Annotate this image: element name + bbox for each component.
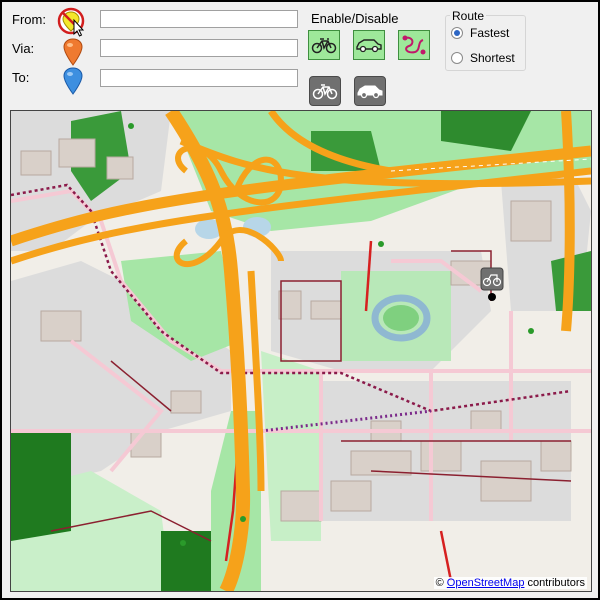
- car-layer-button[interactable]: [354, 76, 386, 106]
- to-label: To:: [12, 70, 30, 85]
- radio-selected-dot: [454, 30, 460, 36]
- forest-area: [161, 531, 211, 591]
- shortest-label[interactable]: Shortest: [470, 51, 515, 65]
- bicycle-icon: [311, 38, 337, 54]
- from-input[interactable]: [100, 10, 298, 28]
- moat-island: [383, 305, 419, 331]
- via-input[interactable]: [100, 39, 298, 57]
- to-input[interactable]: [100, 69, 298, 87]
- map-view[interactable]: © OpenStreetMap contributors: [10, 110, 592, 592]
- via-label: Via:: [12, 41, 35, 56]
- map-canvas[interactable]: [11, 111, 591, 591]
- bicycle-toggle-button[interactable]: [308, 30, 340, 60]
- route-path-icon: [402, 35, 426, 55]
- route-groupbox-title: Route: [450, 9, 487, 23]
- copyright-symbol: ©: [435, 577, 444, 589]
- from-label: From:: [12, 12, 46, 27]
- route-toggle-button[interactable]: [398, 30, 430, 60]
- openstreetmap-link[interactable]: OpenStreetMap: [447, 577, 525, 589]
- map-attribution: © OpenStreetMap contributors: [433, 577, 587, 589]
- fastest-radio[interactable]: [451, 27, 463, 39]
- app-window: From: Via: To: Enable/Disable Route Fast…: [2, 2, 598, 598]
- location-point-icon: [488, 293, 496, 301]
- to-marker-button[interactable]: [62, 67, 84, 95]
- car-toggle-button[interactable]: [353, 30, 385, 60]
- car-icon: [356, 39, 382, 53]
- from-marker-button[interactable]: [57, 7, 85, 37]
- via-pin-icon: [63, 38, 83, 66]
- via-marker-button[interactable]: [62, 38, 84, 66]
- forest-area: [11, 431, 71, 541]
- contributors-text: contributors: [527, 577, 585, 589]
- bicycle-layer-button[interactable]: [309, 76, 341, 106]
- car-icon: [357, 85, 383, 99]
- fastest-label[interactable]: Fastest: [470, 26, 509, 40]
- start-pin-icon: [57, 7, 85, 37]
- enable-disable-heading: Enable/Disable: [311, 11, 399, 26]
- destination-pin-icon: [63, 67, 83, 95]
- shortest-radio[interactable]: [451, 52, 463, 64]
- bicycle-icon: [312, 84, 338, 100]
